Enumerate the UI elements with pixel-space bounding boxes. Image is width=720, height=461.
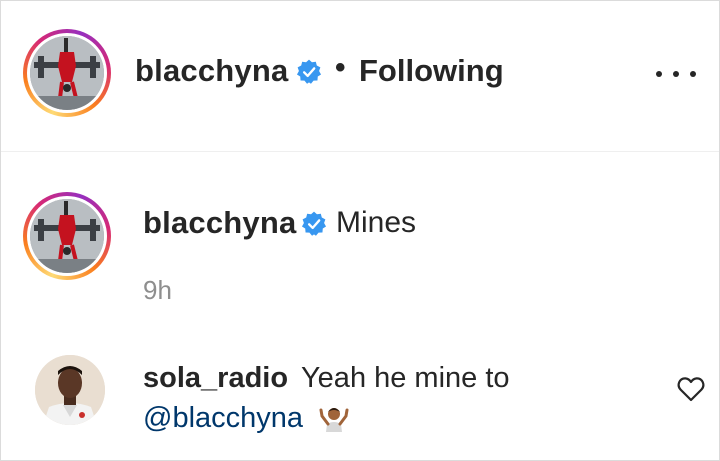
comment-avatar[interactable] bbox=[35, 355, 105, 425]
more-dot bbox=[690, 71, 696, 77]
caption-timestamp[interactable]: 9h bbox=[143, 275, 172, 306]
comment-text: Yeah he mine to bbox=[301, 362, 510, 394]
like-heart-icon[interactable] bbox=[677, 376, 705, 402]
avatar-ring-gap bbox=[27, 196, 107, 276]
header-username[interactable]: blacchyna bbox=[135, 53, 288, 89]
caption-username[interactable]: blacchyna bbox=[143, 205, 296, 241]
header-avatar-image bbox=[30, 36, 104, 110]
more-dot bbox=[656, 71, 662, 77]
post-comments-panel: blacchyna • Following blacchyna Mines 9h… bbox=[0, 0, 720, 461]
comment-mention-link[interactable]: @blacchyna bbox=[143, 402, 303, 435]
more-options-icon[interactable] bbox=[656, 61, 696, 87]
caption-text: Mines bbox=[336, 206, 417, 239]
caption-avatar-image bbox=[30, 199, 104, 273]
header-avatar[interactable] bbox=[23, 29, 111, 117]
caption-avatar[interactable] bbox=[23, 192, 111, 280]
verified-badge-icon bbox=[296, 59, 322, 84]
avatar-ring-gap bbox=[27, 33, 107, 113]
following-button[interactable]: Following bbox=[359, 53, 504, 89]
person-shrugging-emoji bbox=[319, 408, 349, 432]
verified-badge-icon bbox=[301, 211, 327, 236]
more-dot bbox=[673, 71, 679, 77]
comment-username[interactable]: sola_radio bbox=[143, 362, 288, 395]
separator-dot: • bbox=[335, 51, 346, 84]
post-header: blacchyna • Following bbox=[1, 1, 719, 152]
